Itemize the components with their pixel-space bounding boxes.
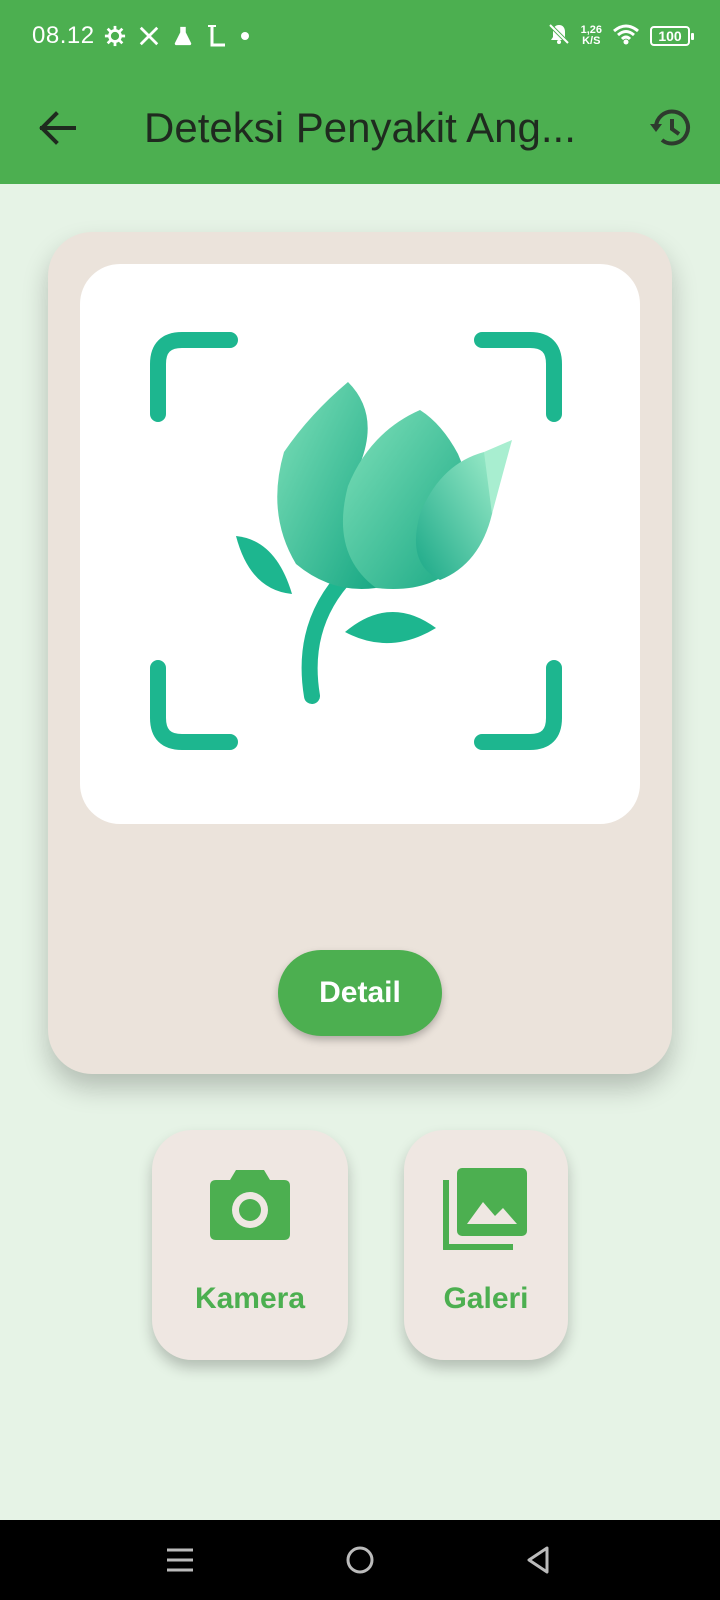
detection-card: Detail <box>48 232 672 1074</box>
camera-icon <box>210 1170 290 1240</box>
detail-button[interactable]: Detail <box>278 950 442 1036</box>
plant-scan-icon <box>150 332 562 750</box>
camera-button[interactable]: Kamera <box>152 1130 348 1360</box>
page-title: Deteksi Penyakit Ang... <box>144 104 576 151</box>
system-nav-bar <box>0 1520 720 1600</box>
status-system-icons: 1,26 K/S 100 <box>547 20 694 52</box>
bell-off-icon <box>547 22 571 51</box>
arrow-left-icon <box>39 111 76 145</box>
flask-icon <box>172 22 194 50</box>
menu-icon <box>167 1548 193 1572</box>
status-bar: 08.12 1,26 K/S 100 <box>0 0 720 72</box>
dot-icon <box>240 22 250 50</box>
battery-level: 100 <box>658 28 682 44</box>
history-icon <box>650 109 690 146</box>
x-logo-icon <box>138 22 160 50</box>
back-button[interactable] <box>32 102 84 154</box>
home-icon <box>346 1546 374 1574</box>
gallery-label: Galeri <box>443 1282 529 1315</box>
nav-home-button[interactable] <box>340 1540 380 1580</box>
nav-back-button[interactable] <box>518 1540 558 1580</box>
gear-icon <box>104 22 126 50</box>
battery-indicator: 100 <box>650 26 694 46</box>
back-icon <box>527 1546 549 1574</box>
history-button[interactable] <box>644 102 696 154</box>
nav-menu-button[interactable] <box>160 1540 200 1580</box>
status-notification-icons <box>104 20 250 52</box>
gallery-button[interactable]: Galeri <box>404 1130 568 1360</box>
gallery-icon <box>443 1168 527 1250</box>
l-icon <box>206 22 228 50</box>
preview-image <box>80 264 640 824</box>
wifi-icon <box>612 23 640 50</box>
status-time: 08.12 <box>32 22 95 49</box>
camera-label: Kamera <box>194 1282 306 1315</box>
network-speed: 1,26 K/S <box>581 25 602 47</box>
app-bar: Deteksi Penyakit Ang... <box>0 72 720 184</box>
network-speed-unit: K/S <box>582 35 601 47</box>
